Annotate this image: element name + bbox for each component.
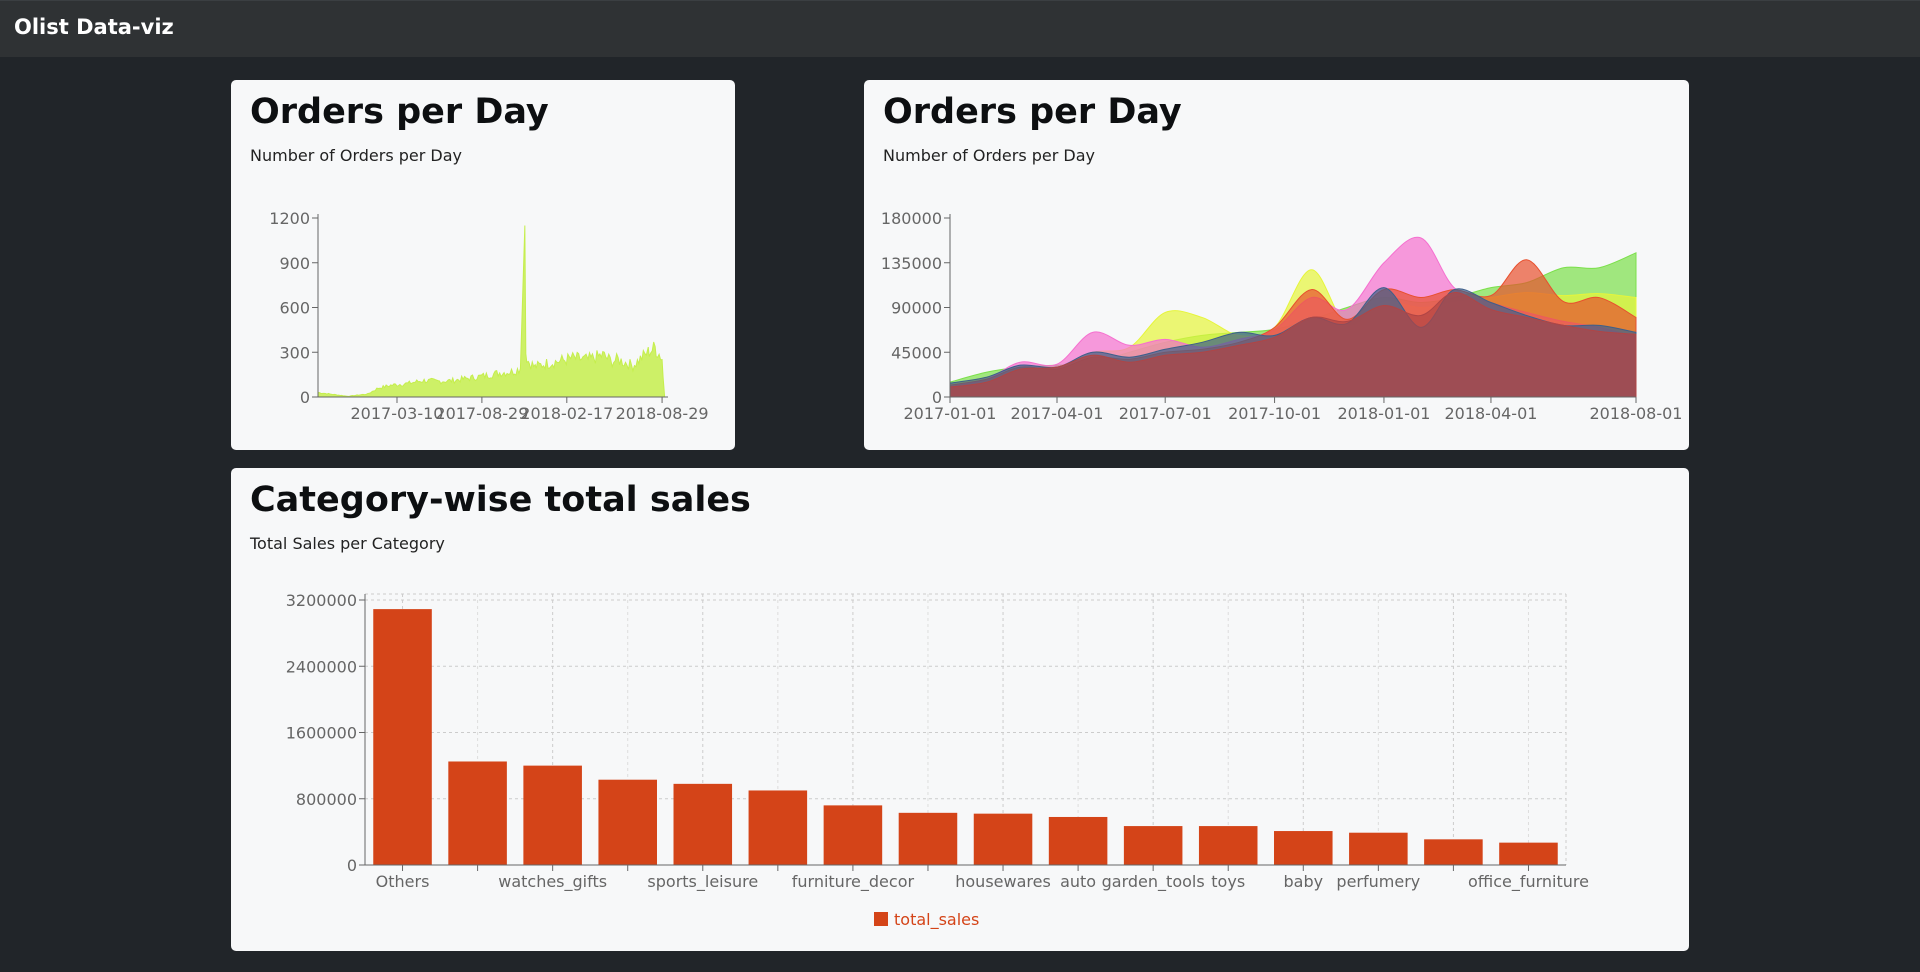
y-tick-label: 800000 bbox=[296, 790, 357, 809]
bar-14 bbox=[1424, 839, 1483, 865]
y-tick-label: 0 bbox=[300, 388, 310, 407]
category-sales-bar-chart: 0 800000 1600000 2400000 3200000 Others watche… bbox=[286, 591, 1589, 930]
x-tick-label: baby bbox=[1283, 872, 1323, 891]
bar-9 bbox=[1048, 816, 1108, 865]
y-tick-label: 600 bbox=[279, 299, 310, 318]
legend-label: total_sales bbox=[894, 910, 979, 930]
y-tick-label: 1200 bbox=[269, 209, 310, 228]
x-tick-label: watches_gifts bbox=[498, 872, 607, 892]
x-tick-label: housewares bbox=[955, 872, 1051, 891]
navbar: Olist Data-viz bbox=[0, 0, 1920, 57]
category-sales-card: Category-wise total sales Total Sales pe… bbox=[231, 468, 1689, 951]
x-tick-label: 2018-08-01 bbox=[1590, 404, 1683, 423]
x-tick-label: 2017-03-10 bbox=[350, 404, 443, 423]
x-tick-label: furniture_decor bbox=[792, 872, 915, 892]
bar-12 bbox=[1274, 831, 1333, 865]
x-tick-label: 2017-01-01 bbox=[904, 404, 997, 423]
y-tick-label: 3200000 bbox=[286, 591, 357, 610]
bar-11 bbox=[1198, 826, 1258, 865]
legend-swatch bbox=[874, 912, 888, 926]
y-tick-label: 45000 bbox=[891, 343, 942, 362]
x-tick-label: 2018-04-01 bbox=[1444, 404, 1537, 423]
bar-7 bbox=[898, 812, 958, 865]
x-tick-label: auto bbox=[1060, 872, 1096, 891]
x-tick-label: 2017-07-01 bbox=[1119, 404, 1212, 423]
x-tick-label: 2018-02-17 bbox=[520, 404, 613, 423]
bar-15 bbox=[1499, 842, 1558, 865]
y-tick-label: 2400000 bbox=[286, 657, 357, 676]
y-tick-label: 180000 bbox=[881, 209, 942, 228]
y-tick-label: 1600000 bbox=[286, 724, 357, 743]
x-tick-label: 2018-01-01 bbox=[1337, 404, 1430, 423]
bar-13 bbox=[1349, 832, 1408, 865]
bar-10 bbox=[1123, 826, 1183, 865]
x-tick-label: 2017-04-01 bbox=[1011, 404, 1104, 423]
bar-8 bbox=[973, 813, 1033, 865]
bar-2 bbox=[523, 765, 582, 865]
orders-per-day-chart: 030060090012002017-03-102017-08-292018-0… bbox=[269, 209, 709, 423]
y-tick-label: 900 bbox=[279, 254, 310, 273]
bar-5 bbox=[748, 790, 808, 865]
bar-0 bbox=[373, 609, 432, 865]
x-tick-label: sports_leisure bbox=[647, 872, 758, 892]
area-series-0 bbox=[317, 225, 666, 398]
y-tick-label: 135000 bbox=[881, 254, 942, 273]
x-tick-label: garden_tools bbox=[1102, 872, 1205, 892]
y-tick-label: 90000 bbox=[891, 299, 942, 318]
orders-per-day-card: Orders per Day Number of Orders per Day … bbox=[231, 80, 735, 450]
y-tick-label: 300 bbox=[279, 343, 310, 362]
x-tick-label: 2017-10-01 bbox=[1228, 404, 1321, 423]
bar-6 bbox=[823, 805, 883, 865]
bar-4 bbox=[673, 783, 733, 865]
x-tick-label: toys bbox=[1211, 872, 1245, 891]
navbar-brand[interactable]: Olist Data-viz bbox=[14, 15, 174, 39]
x-tick-label: perfumery bbox=[1336, 872, 1420, 891]
x-tick-label: office_furniture bbox=[1468, 872, 1589, 892]
x-tick-label: 2018-08-29 bbox=[616, 404, 709, 423]
bar-3 bbox=[598, 779, 657, 865]
x-tick-label: 2017-08-29 bbox=[435, 404, 528, 423]
bar-1 bbox=[448, 761, 507, 865]
x-tick-label: Others bbox=[376, 872, 430, 891]
y-tick-label: 0 bbox=[347, 856, 357, 875]
orders-per-day-stacked-chart: 045000900001350001800002017-01-01 2017-04… bbox=[881, 209, 1683, 423]
orders-per-day-multi-card: Orders per Day Number of Orders per Day … bbox=[864, 80, 1689, 450]
